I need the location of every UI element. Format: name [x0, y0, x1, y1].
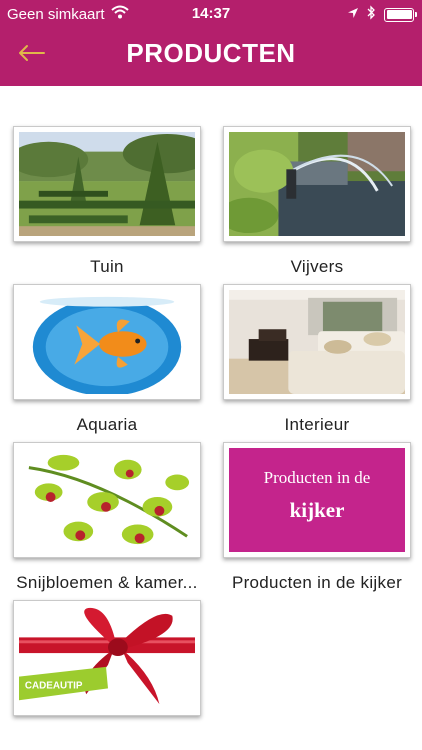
page-title: PRODUCTEN: [126, 38, 296, 68]
product-label: Producten in de kijker: [231, 573, 403, 592]
gift-bow-image: CADEAUTIP: [19, 606, 195, 710]
orchid-image: [19, 448, 195, 552]
product-image-frame: [223, 284, 411, 400]
product-image-frame: [13, 442, 201, 558]
product-tile-interieur[interactable]: Interieur: [223, 284, 411, 435]
battery-fill: [386, 10, 412, 19]
product-label: Vijvers: [290, 257, 344, 276]
product-tile-tuin[interactable]: Tuin: [13, 126, 201, 277]
product-tile-aquaria[interactable]: Aquaria: [13, 284, 201, 435]
navigation-bar: PRODUCTEN: [0, 28, 422, 86]
product-image-frame: Producten in de kijker: [223, 442, 411, 558]
product-label: Tuin: [90, 257, 124, 276]
product-tile-cadeautip[interactable]: CADEAUTIP: [13, 600, 201, 716]
living-room-image: [229, 290, 405, 394]
product-tile-in-de-kijker[interactable]: Producten in de kijker Producten in de k…: [223, 442, 411, 593]
location-arrow-icon: [347, 6, 359, 23]
battery-nub: [414, 12, 417, 17]
product-tile-snijbloemen[interactable]: Snijbloemen & kamer...: [13, 442, 201, 593]
battery-icon: [384, 7, 417, 22]
promo-image: Producten in de kijker: [229, 448, 405, 552]
product-label: Interieur: [284, 415, 350, 434]
product-image-frame: [13, 126, 201, 242]
goldfish-image: [19, 290, 195, 394]
product-label: Snijbloemen & kamer...: [16, 573, 198, 592]
status-bar: Geen simkaart 14:37: [0, 0, 422, 28]
product-tile-vijvers[interactable]: Vijvers: [223, 126, 411, 277]
product-image-frame: [223, 126, 411, 242]
status-right: [339, 5, 417, 24]
product-label: Aquaria: [76, 415, 138, 434]
promo-banner: Producten in de kijker: [229, 448, 405, 552]
gift-tag-text: CADEAUTIP: [25, 680, 83, 691]
promo-line-2: kijker: [289, 498, 345, 522]
garden-image: [19, 132, 195, 236]
bluetooth-icon: [367, 5, 376, 24]
product-image-frame: [13, 284, 201, 400]
app-header: Geen simkaart 14:37 PRODUCTEN: [0, 0, 422, 86]
product-image-frame: CADEAUTIP: [13, 600, 201, 716]
pond-image: [229, 132, 405, 236]
promo-line-1: Producten in de: [263, 468, 371, 487]
